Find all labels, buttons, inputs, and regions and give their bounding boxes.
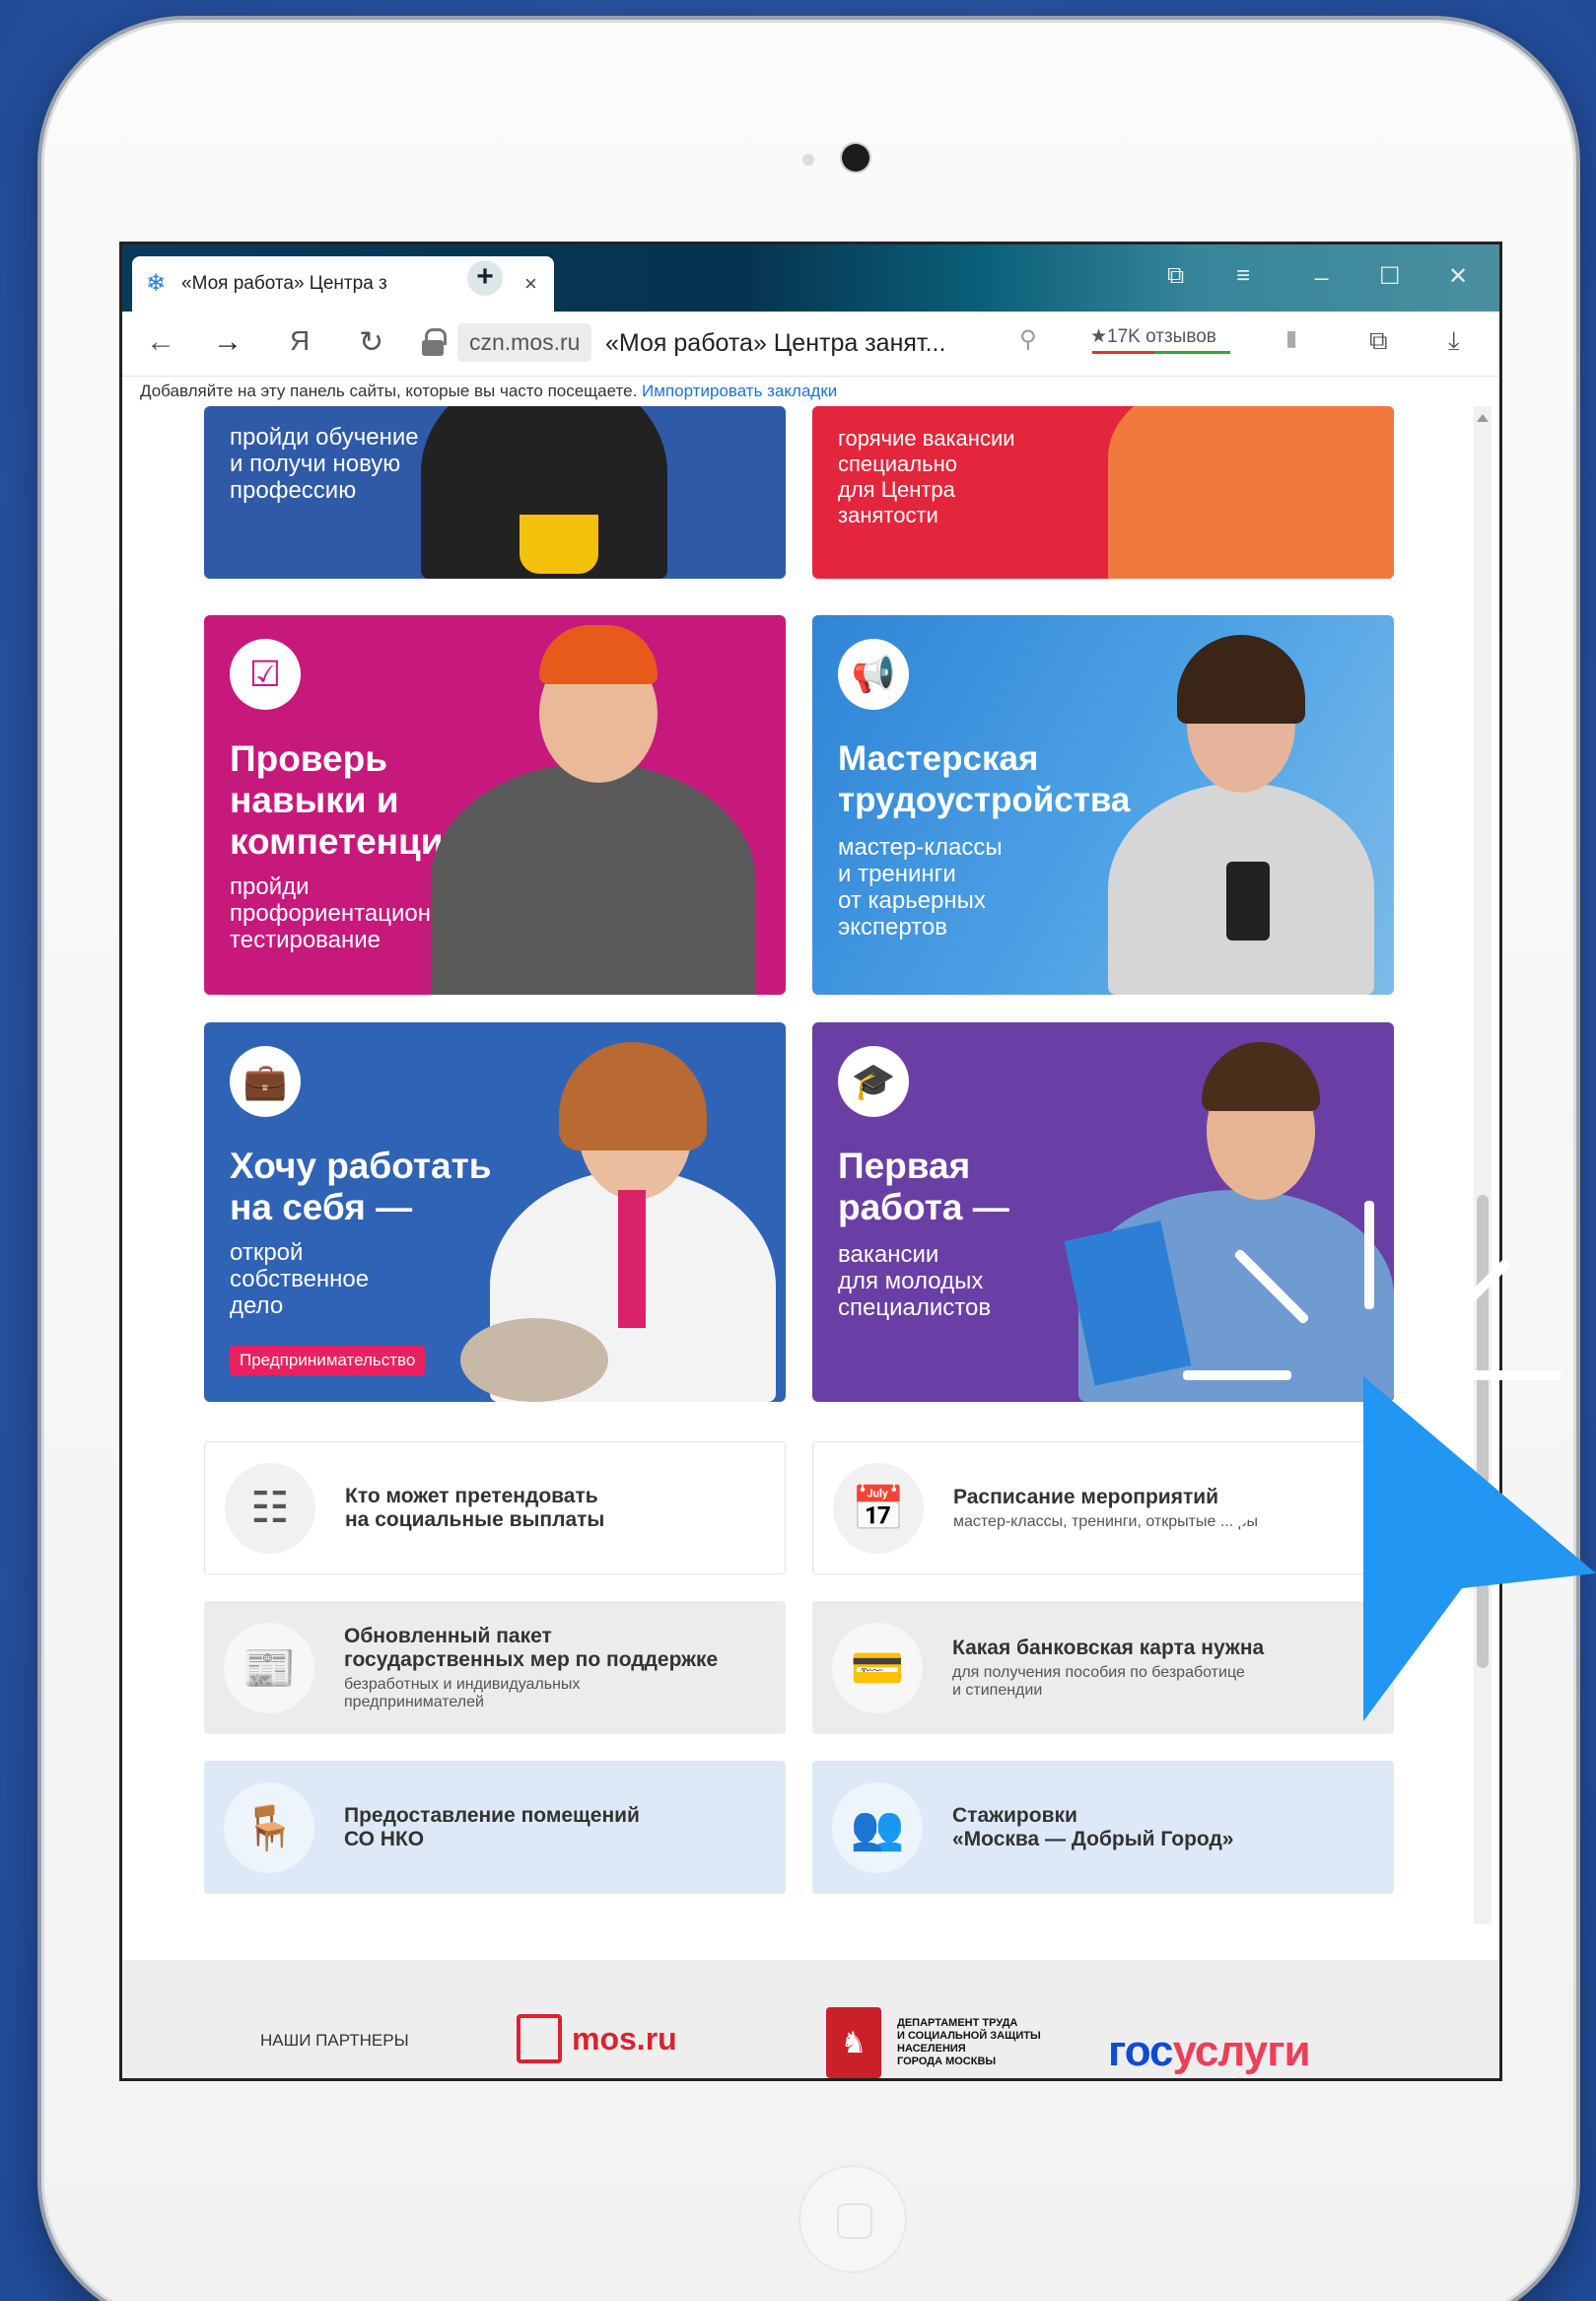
- card-sub: вакансии для молодых специалистов: [838, 1241, 992, 1321]
- card-first-job[interactable]: 🎓 Первая работа — вакансии для молодых с…: [812, 1022, 1394, 1402]
- bank-card-icon: 💳: [832, 1622, 923, 1713]
- tile-subtitle: для получения пособия по безработице и с…: [952, 1663, 1245, 1699]
- browser-window: ❄ «Моя работа» Центра з × + ⧉ ≡ _ ☐ ✕ ← …: [119, 242, 1502, 2081]
- person-hair: [1177, 635, 1305, 724]
- card-headline: Первая работа —: [838, 1146, 1009, 1227]
- tile-title: Стажировки «Москва — Добрый Город»: [952, 1803, 1234, 1850]
- snowflake-favicon-icon: ❄: [146, 270, 167, 297]
- reviews-badge[interactable]: ★17K отзывов: [1090, 325, 1216, 348]
- search-icon[interactable]: ⚲: [1019, 325, 1037, 354]
- camera-icon: [842, 144, 869, 172]
- page-content: пройди обучение и получи новую профессию…: [122, 406, 1471, 2078]
- close-window-button[interactable]: ✕: [1448, 262, 1468, 291]
- card-headline: Мастерская трудоустройства: [838, 739, 1131, 819]
- forward-button[interactable]: →: [213, 325, 243, 359]
- bookmark-icon[interactable]: ▮: [1285, 325, 1297, 351]
- home-button[interactable]: [798, 2165, 907, 2273]
- bookmarks-bar: Добавляйте на эту панель сайты, которые …: [122, 377, 1499, 406]
- person-hair: [559, 1042, 707, 1150]
- lock-icon: [420, 328, 447, 356]
- maximize-button[interactable]: ☐: [1379, 262, 1401, 291]
- card-self-employed[interactable]: 💼 Хочу работать на себя — открой собстве…: [204, 1022, 786, 1402]
- new-tab-button[interactable]: +: [467, 260, 503, 296]
- gosuslugi-logo[interactable]: госуслуги: [1108, 2027, 1311, 2076]
- tablet-sensor: [802, 154, 814, 166]
- address-bar: ← → Я ↻ czn.mos.ru «Моя работа» Центра з…: [122, 312, 1499, 377]
- tile-internships[interactable]: 👥 Стажировки «Москва — Добрый Город»: [812, 1761, 1394, 1894]
- tile-subtitle: безработных и индивидуальных предпринима…: [344, 1675, 581, 1710]
- tile-subtitle: мастер-классы, тренинги, открытые ... ры: [953, 1512, 1258, 1530]
- gosuslugi-part2: услуги: [1172, 2027, 1311, 2075]
- card-skills-test[interactable]: ☑ Проверь навыки и компетенции — пройди …: [204, 615, 786, 995]
- person-hair: [539, 625, 658, 684]
- reload-button[interactable]: ↻: [359, 325, 383, 360]
- department-name: ДЕПАРТАМЕНТ ТРУДА И СОЦИАЛЬНОЙ ЗАЩИТЫ НА…: [897, 2017, 1041, 2067]
- cat-image: [460, 1318, 608, 1402]
- partners-footer: НАШИ ПАРТНЕРЫ mos.ru ♞ ДЕПАРТАМЕНТ ТРУДА…: [122, 1960, 1499, 2078]
- tab-title: «Моя работа» Центра з: [181, 273, 387, 294]
- tile-title: Кто может претендовать на социальные вып…: [345, 1484, 605, 1531]
- megaphone-icon: 📢: [838, 639, 909, 710]
- newspaper-icon: 📰: [224, 1622, 314, 1713]
- mosru-speech-icon: [517, 2014, 562, 2063]
- tile-title: Какая банковская карта нужна: [952, 1636, 1265, 1659]
- tie-image: [618, 1190, 646, 1328]
- import-bookmarks-link[interactable]: Импортировать закладки: [642, 382, 837, 400]
- card-sub: мастер-классы и тренинги от карьерных эк…: [838, 834, 1003, 941]
- card-sub: пройди обучение и получи новую профессию: [230, 424, 419, 504]
- burst-line: [1183, 1370, 1291, 1380]
- card-vacancies[interactable]: горячие вакансии специально для Центра з…: [812, 406, 1394, 579]
- moscow-coat-of-arms-icon: ♞: [826, 2007, 881, 2078]
- tab-close-icon[interactable]: ×: [524, 271, 537, 297]
- tile-support-measures[interactable]: 📰 Обновленный пакет государственных мер …: [204, 1601, 786, 1734]
- tile-title: Расписание мероприятий: [953, 1485, 1219, 1508]
- yandex-button[interactable]: Я: [290, 325, 310, 357]
- person-hair: [1202, 1042, 1320, 1111]
- title-bar: ❄ «Моя работа» Центра з × + ⧉ ≡ _ ☐ ✕: [122, 244, 1499, 312]
- labor-department-logo[interactable]: ♞ ДЕПАРТАМЕНТ ТРУДА И СОЦИАЛЬНОЙ ЗАЩИТЫ …: [826, 2007, 1041, 2078]
- reviews-rating-bar: [1092, 351, 1230, 354]
- person-photo: [1108, 406, 1394, 579]
- card-training[interactable]: пройди обучение и получи новую профессию: [204, 406, 786, 579]
- burst-line: [1364, 1201, 1374, 1309]
- mosru-text: mos.ru: [572, 2020, 677, 2057]
- scroll-up-icon[interactable]: [1477, 414, 1489, 422]
- url-page-title[interactable]: «Моя работа» Центра занят...: [605, 329, 945, 358]
- bowl-image: [520, 515, 598, 574]
- menu-icon[interactable]: ≡: [1236, 262, 1250, 290]
- card-sub: открой собственное дело: [230, 1239, 370, 1319]
- tile-title: Обновленный пакет государственных мер по…: [344, 1624, 719, 1671]
- calendar-icon: 📅: [833, 1462, 924, 1554]
- document-checklist-icon: ☷: [225, 1462, 315, 1554]
- collections-icon[interactable]: ⧉: [1167, 262, 1184, 290]
- minimize-button[interactable]: _: [1315, 254, 1328, 282]
- card-sub: горячие вакансии специально для Центра з…: [838, 426, 1015, 527]
- card-workshop[interactable]: 📢 Мастерская трудоустройства мастер-клас…: [812, 615, 1394, 995]
- tile-title: Предоставление помещений СО НКО: [344, 1803, 640, 1850]
- mosru-logo[interactable]: mos.ru: [517, 2009, 677, 2068]
- card-headline: Хочу работать на себя —: [230, 1146, 492, 1227]
- tile-bank-card[interactable]: 💳 Какая банковская карта нужна для получ…: [812, 1601, 1394, 1734]
- checklist-icon: ☑: [230, 639, 301, 710]
- mouse-cursor-icon: [1363, 1376, 1596, 1721]
- people-network-icon: 👥: [832, 1781, 923, 1873]
- extensions-icon[interactable]: ⧉: [1369, 325, 1388, 357]
- graduate-icon: 🎓: [838, 1046, 909, 1117]
- tile-nko-premises[interactable]: 🪑 Предоставление помещений СО НКО: [204, 1761, 786, 1894]
- meeting-room-icon: 🪑: [224, 1781, 314, 1873]
- entrepreneurship-tag[interactable]: Предпринимательство: [230, 1346, 426, 1375]
- person-photo: [431, 763, 756, 995]
- partners-label: НАШИ ПАРТНЕРЫ: [260, 2031, 409, 2050]
- downloads-icon[interactable]: ⤓: [1448, 325, 1460, 357]
- url-domain[interactable]: czn.mos.ru: [457, 323, 592, 362]
- back-button[interactable]: ←: [146, 325, 175, 359]
- bookmarks-hint: Добавляйте на эту панель сайты, которые …: [140, 382, 638, 400]
- phone-image: [1226, 862, 1270, 941]
- gosuslugi-part1: гос: [1108, 2027, 1174, 2075]
- briefcase-icon: 💼: [230, 1046, 301, 1117]
- tile-social-payments[interactable]: ☷ Кто может претендовать на социальные в…: [204, 1441, 786, 1574]
